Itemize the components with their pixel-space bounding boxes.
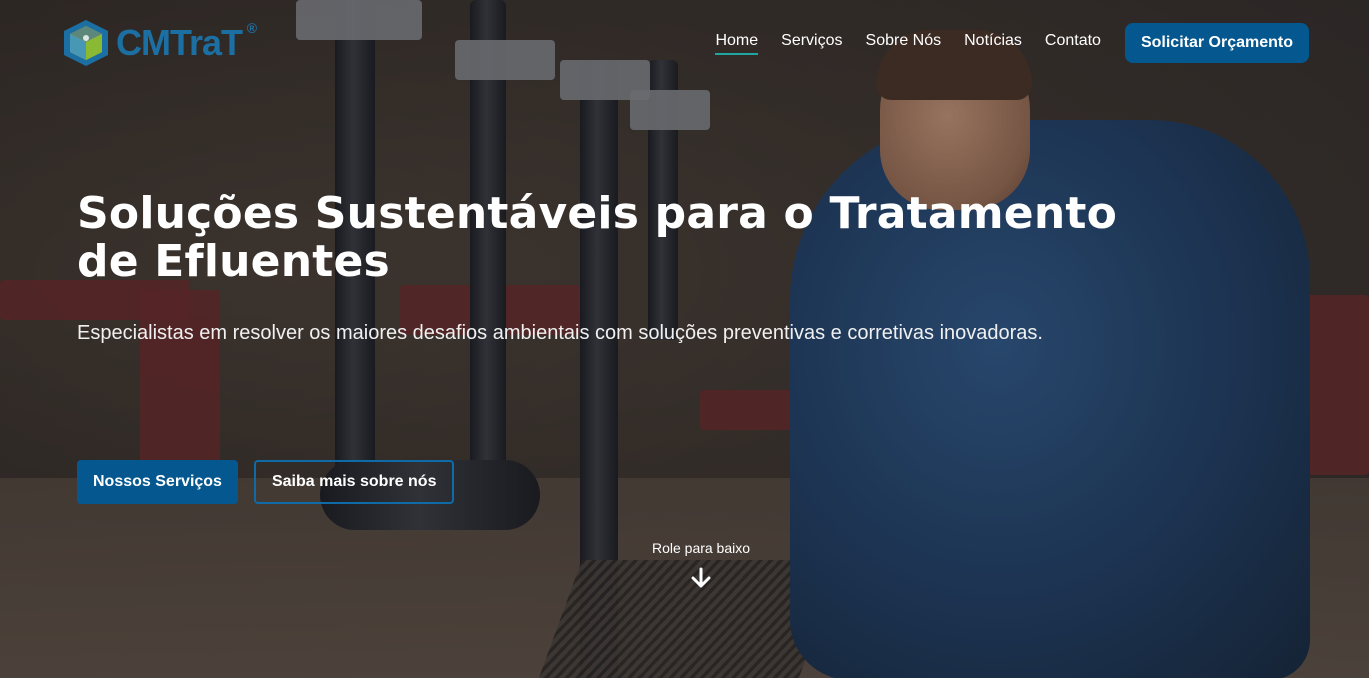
- nav-home[interactable]: Home: [715, 32, 758, 55]
- our-services-button[interactable]: Nossos Serviços: [77, 460, 238, 504]
- request-quote-button[interactable]: Solicitar Orçamento: [1124, 22, 1309, 63]
- hero-title: Soluções Sustentáveis para o Tratamento …: [77, 188, 1118, 287]
- logo[interactable]: CMTraT ®: [62, 18, 257, 68]
- nav-servicos[interactable]: Serviços: [781, 32, 842, 54]
- nav-contato[interactable]: Contato: [1045, 32, 1101, 54]
- nav-sobre-nos[interactable]: Sobre Nós: [866, 32, 942, 54]
- hero-subtitle: Especialistas em resolver os maiores des…: [77, 322, 1043, 344]
- hero-content: Soluções Sustentáveis para o Tratamento …: [77, 190, 1177, 345]
- site-header: CMTraT ® Home Serviços Sobre Nós Notícia…: [0, 0, 1369, 85]
- main-nav: Home Serviços Sobre Nós Notícias Contato…: [715, 22, 1309, 63]
- nav-noticias[interactable]: Notícias: [964, 32, 1022, 54]
- scroll-label: Role para baixo: [651, 540, 751, 556]
- arrow-down-icon: [640, 566, 762, 590]
- about-us-button[interactable]: Saiba mais sobre nós: [253, 460, 455, 504]
- cube-tank-icon: [62, 18, 110, 68]
- registered-mark: ®: [246, 19, 257, 36]
- scroll-indicator[interactable]: Role para baixo: [640, 540, 762, 590]
- hero-section: CMTraT ® Home Serviços Sobre Nós Notícia…: [0, 0, 1369, 678]
- logo-text: CMTraT ®: [116, 19, 257, 63]
- hero-buttons: Nossos Serviços Saiba mais sobre nós: [77, 460, 455, 504]
